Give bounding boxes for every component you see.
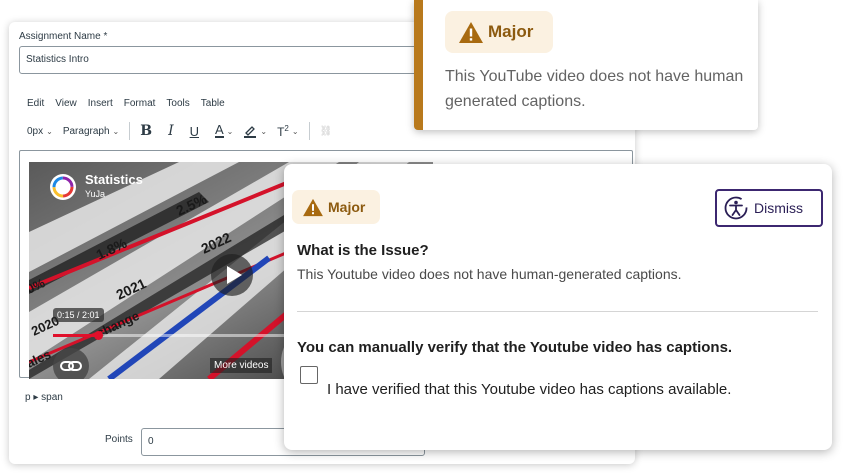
text-color-icon: A (215, 122, 224, 138)
video-title: Statistics (85, 172, 143, 187)
font-size-value: 0px (27, 125, 44, 137)
menu-format[interactable]: Format (124, 98, 156, 109)
points-label: Points (105, 434, 133, 445)
more-videos-button[interactable]: More videos (210, 358, 273, 373)
font-size-select[interactable]: 0px ⌄ (27, 126, 53, 137)
bold-icon[interactable]: B (140, 123, 152, 139)
menu-insert[interactable]: Insert (88, 98, 113, 109)
chevron-down-icon: ⌄ (112, 126, 120, 136)
assignment-name-label: Assignment Name * (19, 31, 108, 42)
chevron-down-icon: ⌄ (260, 126, 268, 136)
chevron-down-icon: ⌄ (46, 126, 53, 136)
toolbar-divider (308, 122, 310, 140)
chevron-down-icon: ⌄ (226, 126, 234, 136)
superscript-icon: T2 (277, 123, 289, 139)
severity-label: Major (328, 199, 366, 215)
copy-link-button[interactable] (53, 348, 89, 379)
warning-icon (303, 198, 323, 216)
dismiss-label: Dismiss (754, 200, 803, 216)
warning-icon (459, 21, 483, 43)
underline-icon[interactable]: U (190, 124, 199, 139)
menu-table[interactable]: Table (201, 98, 225, 109)
verify-heading: You can manually verify that the Youtube… (297, 339, 733, 356)
section-divider (297, 311, 818, 312)
accessibility-issue-tooltip: Major This YouTube video does not have h… (414, 0, 758, 130)
chevron-down-icon: ⌄ (291, 126, 299, 136)
play-icon (227, 266, 242, 284)
severity-badge: Major (445, 11, 553, 53)
verify-checkbox[interactable] (300, 366, 318, 384)
severity-badge: Major (292, 190, 380, 224)
highlight-button[interactable]: ⌄ (243, 124, 267, 138)
toolbar-divider (129, 122, 131, 140)
issue-message: This YouTube video does not have human g… (445, 68, 744, 110)
block-format-value: Paragraph (62, 125, 110, 137)
editor-menubar: Edit View Insert Format Tools Table (27, 98, 236, 109)
block-format-select[interactable]: Paragraph ⌄ (63, 126, 119, 137)
verify-checkbox-label[interactable]: I have verified that this Youtube video … (327, 377, 767, 402)
superscript-button[interactable]: T2 ⌄ (277, 124, 299, 139)
issue-description: This Youtube video does not have human-g… (297, 266, 682, 282)
severity-label: Major (488, 22, 534, 41)
italic-icon[interactable]: I (168, 123, 174, 139)
video-progress-fill (53, 334, 99, 337)
highlight-icon (244, 126, 257, 138)
menu-edit[interactable]: Edit (27, 98, 44, 109)
channel-logo-icon (50, 174, 76, 200)
element-path: p ▸ span (25, 392, 63, 403)
issue-title: What is the Issue? (297, 242, 429, 259)
menu-view[interactable]: View (55, 98, 77, 109)
dismiss-button[interactable]: Dismiss (715, 189, 823, 227)
accessibility-issue-panel: Major Dismiss What is the Issue? This Yo… (284, 164, 832, 450)
menu-tools[interactable]: Tools (166, 98, 189, 109)
text-color-button[interactable]: A ⌄ (215, 122, 234, 138)
video-channel: YuJa (85, 189, 106, 199)
video-timestamp: 0:15 / 2:01 (53, 308, 104, 322)
link-icon (60, 361, 82, 371)
link-icon[interactable]: ⛓ (320, 126, 333, 137)
play-button[interactable] (211, 254, 253, 296)
accessibility-icon (724, 196, 748, 220)
